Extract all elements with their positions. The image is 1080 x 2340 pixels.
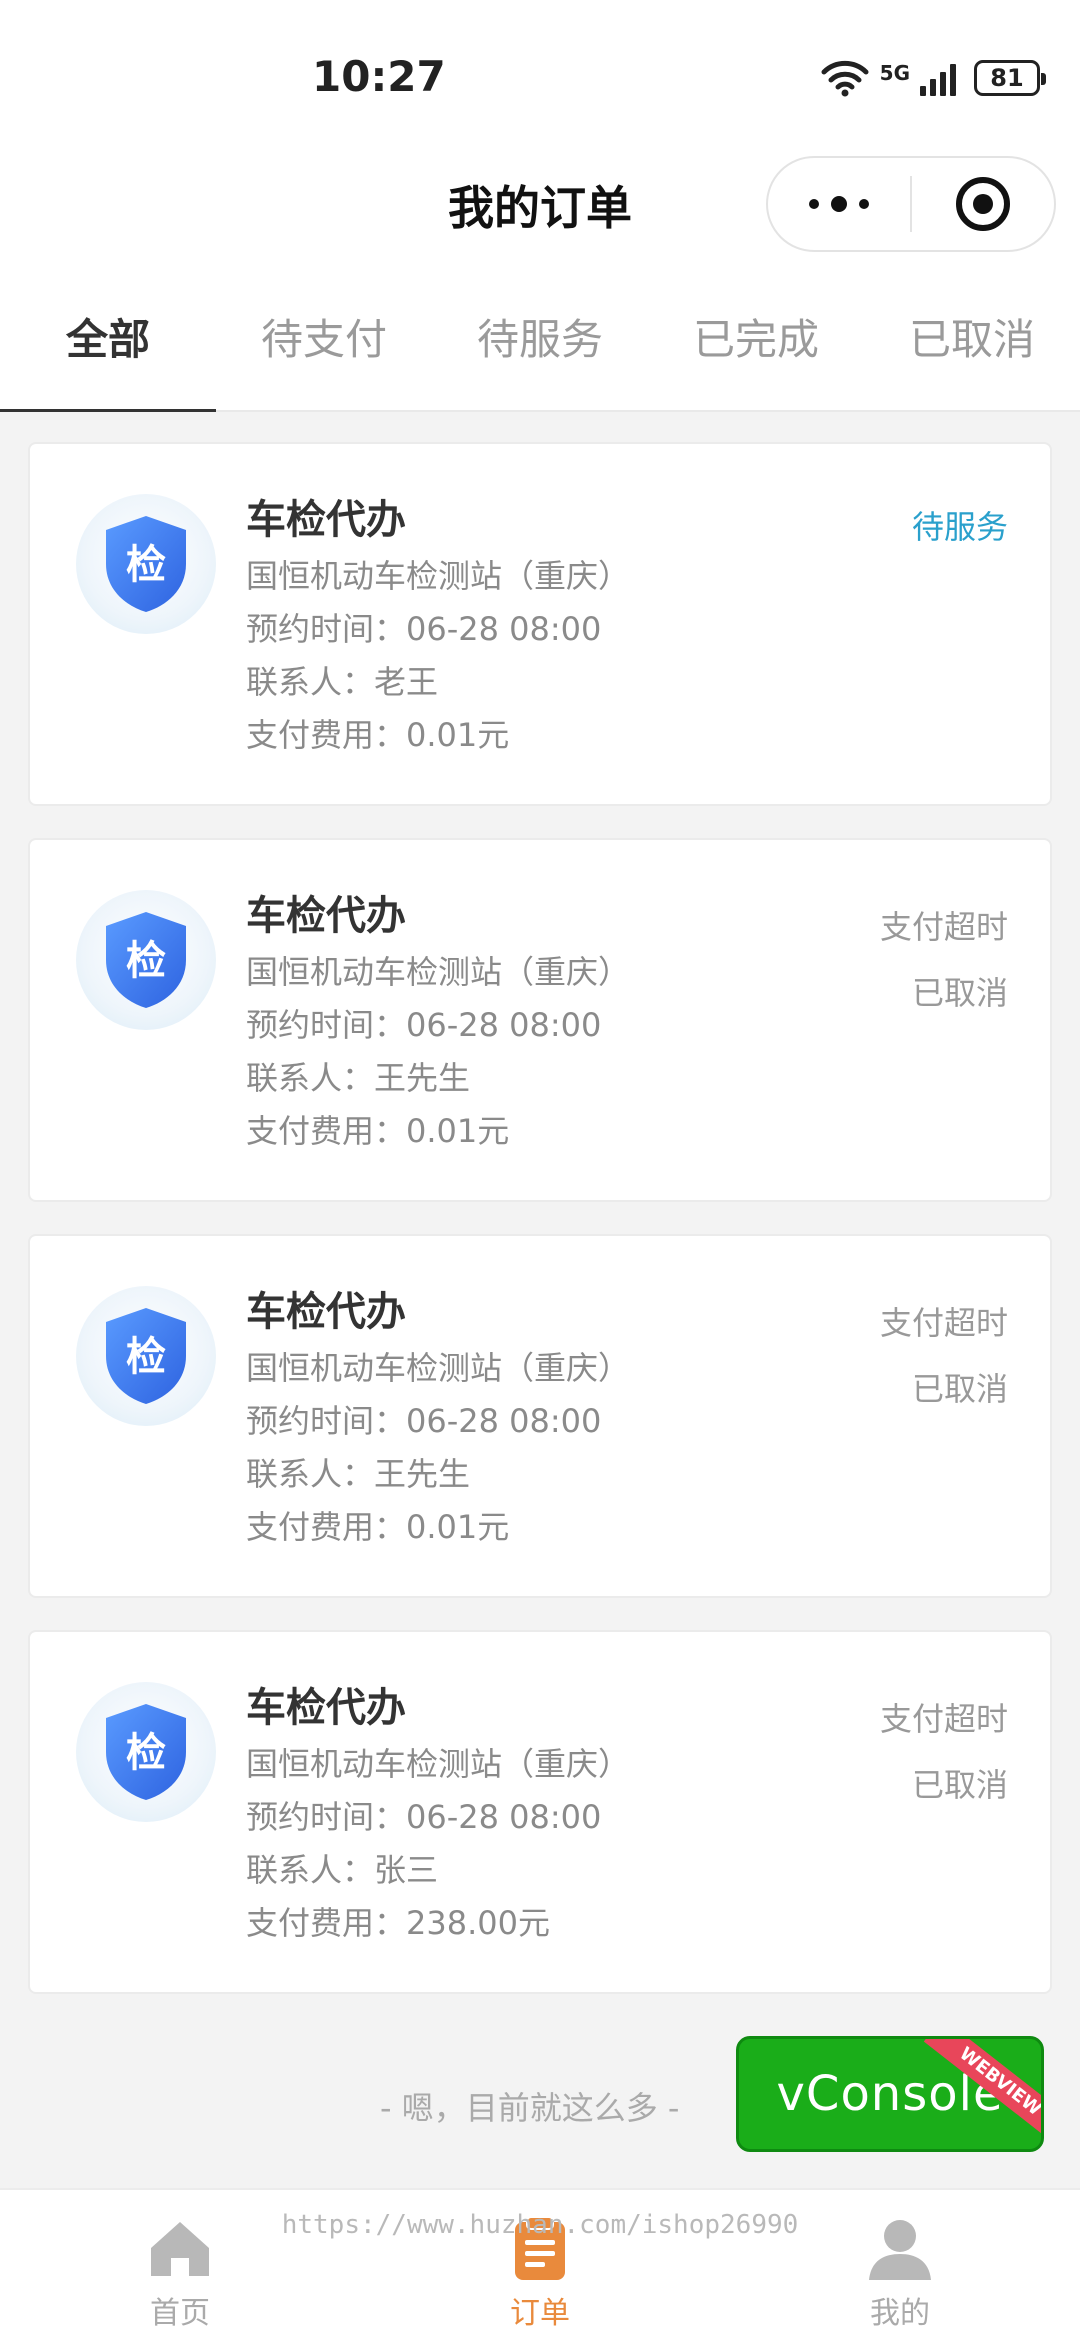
tab-all[interactable]: 全部 xyxy=(0,280,216,412)
order-appointment: 预约时间：06-28 08:00 xyxy=(246,1402,602,1440)
tab-cancelled[interactable]: 已取消 xyxy=(864,280,1080,410)
status-icons: 5G 81 xyxy=(820,58,1046,98)
tab-completed[interactable]: 已完成 xyxy=(648,280,864,410)
order-info: 车检代办 国恒机动车检测站（重庆） 预约时间：06-28 08:00 联系人：老… xyxy=(246,492,630,762)
order-status: 支付超时 已取消 xyxy=(880,1686,1008,1818)
vconsole-button[interactable]: vConsole WEBVIEW xyxy=(736,2036,1044,2152)
wifi-icon xyxy=(821,60,869,97)
inspection-shield-icon: 检 xyxy=(76,494,216,634)
order-appointment: 预约时间：06-28 08:00 xyxy=(246,1798,602,1836)
order-contact: 联系人：王先生 xyxy=(246,1059,471,1097)
order-status: 支付超时 已取消 xyxy=(880,1290,1008,1422)
order-status: 支付超时 已取消 xyxy=(880,894,1008,1026)
tabbar-label: 我的 xyxy=(870,2296,930,2331)
signal-icon xyxy=(920,60,956,96)
inspection-shield-icon: 检 xyxy=(76,890,216,1030)
shield-icon-text: 检 xyxy=(126,938,166,984)
more-button[interactable] xyxy=(768,158,910,250)
order-station: 国恒机动车检测站（重庆） xyxy=(246,953,631,991)
close-button[interactable] xyxy=(912,158,1054,250)
order-info: 车检代办 国恒机动车检测站（重庆） 预约时间：06-28 08:00 联系人：张… xyxy=(246,1680,630,1950)
order-card[interactable]: 检 车检代办 国恒机动车检测站（重庆） 预约时间：06-28 08:00 联系人… xyxy=(28,838,1052,1202)
network-type: 5G xyxy=(879,61,910,85)
order-appointment: 预约时间：06-28 08:00 xyxy=(246,610,602,648)
order-status: 待服务 xyxy=(912,494,1008,560)
tabbar-label: 订单 xyxy=(510,2296,570,2331)
order-tabs: 全部 待支付 待服务 已完成 已取消 xyxy=(0,280,1080,412)
shield-icon-text: 检 xyxy=(126,542,166,588)
order-station: 国恒机动车检测站（重庆） xyxy=(246,1349,631,1387)
status-line: 待服务 xyxy=(911,508,1008,546)
order-contact: 联系人：王先生 xyxy=(246,1455,471,1493)
list-end-text: - 嗯，目前就这么多 - xyxy=(380,2089,680,2127)
order-title: 车检代办 xyxy=(246,893,406,939)
order-fee: 支付费用：0.01元 xyxy=(246,716,510,754)
order-info: 车检代办 国恒机动车检测站（重庆） 预约时间：06-28 08:00 联系人：王… xyxy=(246,888,630,1158)
order-title: 车检代办 xyxy=(246,1289,406,1335)
order-card[interactable]: 检 车检代办 国恒机动车检测站（重庆） 预约时间：06-28 08:00 联系人… xyxy=(28,1234,1052,1598)
inspection-shield-icon: 检 xyxy=(76,1682,216,1822)
more-dots-icon xyxy=(809,199,819,209)
order-appointment: 预约时间：06-28 08:00 xyxy=(246,1006,602,1044)
order-contact: 联系人：张三 xyxy=(246,1851,439,1889)
order-contact: 联系人：老王 xyxy=(246,663,439,701)
watermark-url: https://www.huzhan.com/ishop26990 xyxy=(281,2210,799,2240)
shield-icon-text: 检 xyxy=(126,1730,166,1776)
tab-pending-payment[interactable]: 待支付 xyxy=(216,280,432,410)
status-line: 支付超时 xyxy=(879,1700,1008,1738)
order-fee: 支付费用：238.00元 xyxy=(246,1904,550,1942)
status-line: 已取消 xyxy=(911,1766,1008,1804)
status-time: 10:27 xyxy=(312,52,446,101)
order-station: 国恒机动车检测站（重庆） xyxy=(246,557,631,595)
status-line: 支付超时 xyxy=(879,1304,1008,1342)
order-title: 车检代办 xyxy=(246,1685,406,1731)
order-fee: 支付费用：0.01元 xyxy=(246,1112,510,1150)
order-list: 检 车检代办 国恒机动车检测站（重庆） 预约时间：06-28 08:00 联系人… xyxy=(28,442,1052,2026)
order-station: 国恒机动车检测站（重庆） xyxy=(246,1745,631,1783)
status-line: 支付超时 xyxy=(879,908,1008,946)
shield-icon-text: 检 xyxy=(126,1334,166,1380)
mini-program-capsule xyxy=(766,156,1056,252)
order-title: 车检代办 xyxy=(246,497,406,543)
target-close-icon xyxy=(956,177,1010,231)
order-info: 车检代办 国恒机动车检测站（重庆） 预约时间：06-28 08:00 联系人：王… xyxy=(246,1284,630,1554)
battery-icon: 81 xyxy=(974,60,1046,96)
status-line: 已取消 xyxy=(911,1370,1008,1408)
order-card[interactable]: 检 车检代办 国恒机动车检测站（重庆） 预约时间：06-28 08:00 联系人… xyxy=(28,1630,1052,1994)
battery-level: 81 xyxy=(990,64,1024,92)
nav-bar: 我的订单 xyxy=(0,150,1080,280)
status-bar: 10:27 5G 81 xyxy=(0,0,1080,150)
order-card[interactable]: 检 车检代办 国恒机动车检测站（重庆） 预约时间：06-28 08:00 联系人… xyxy=(28,442,1052,806)
inspection-shield-icon: 检 xyxy=(76,1286,216,1426)
tab-pending-service[interactable]: 待服务 xyxy=(432,280,648,410)
orders-page: 10:27 5G 81 我的订单 全部 待支付 待服务 已完成 已取消 检 车检… xyxy=(0,0,1080,2340)
order-fee: 支付费用：0.01元 xyxy=(246,1508,510,1546)
tabbar-label: 首页 xyxy=(150,2296,210,2331)
status-line: 已取消 xyxy=(911,974,1008,1012)
